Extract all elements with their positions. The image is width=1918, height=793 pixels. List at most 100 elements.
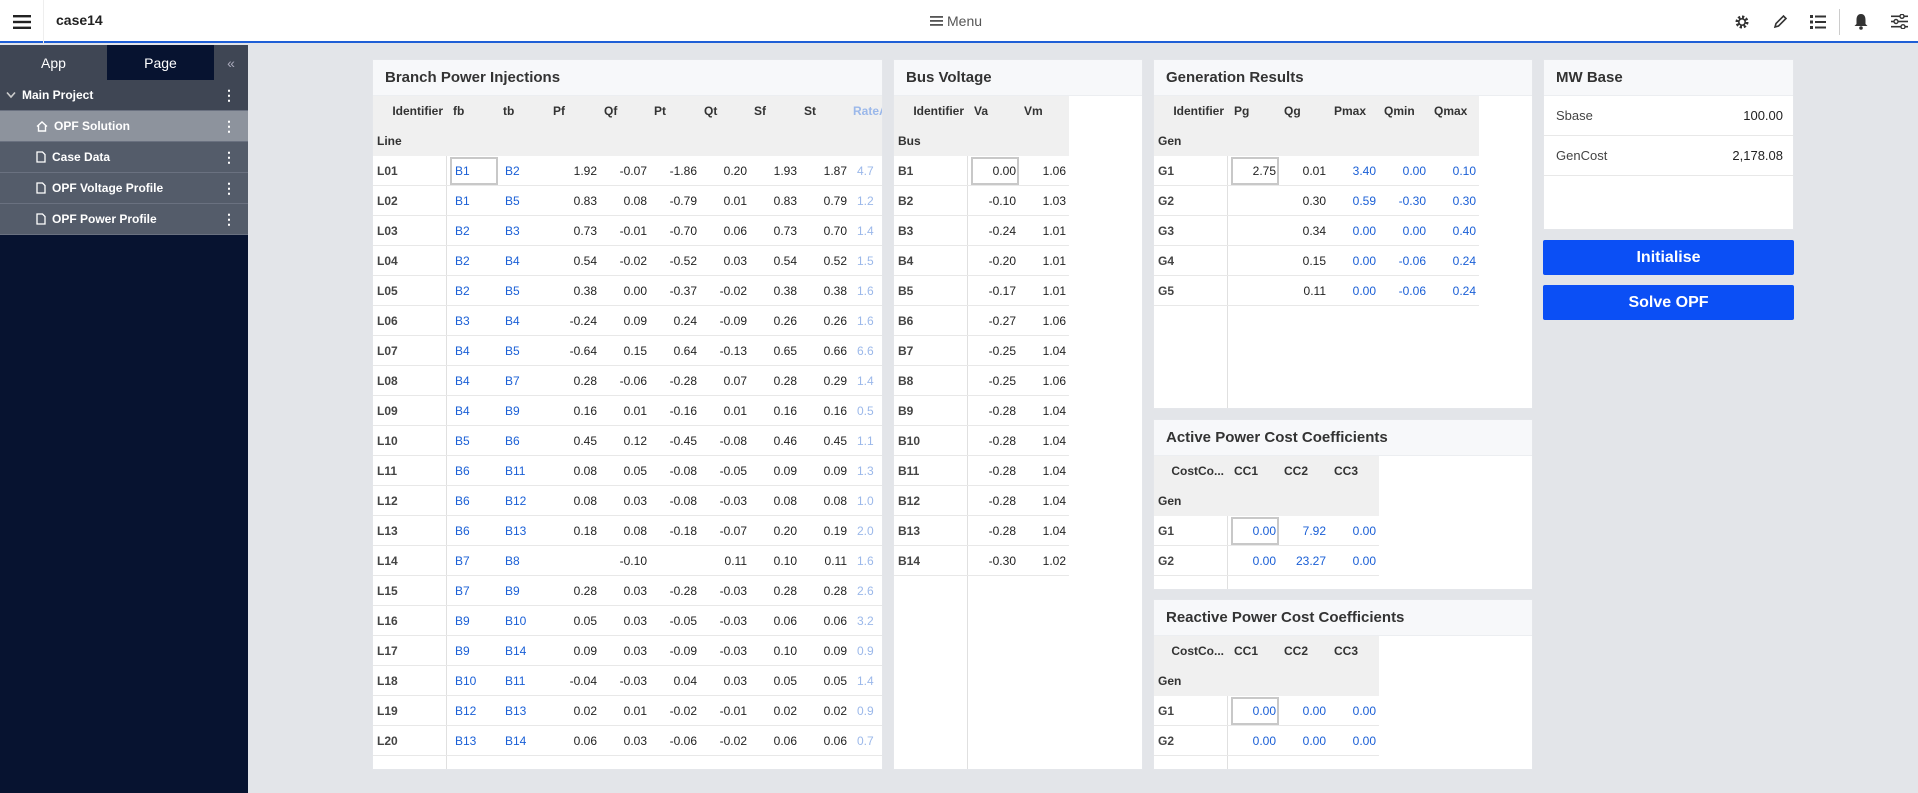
list-icon[interactable]: [1799, 0, 1837, 43]
table-cell[interactable]: 1.4: [851, 666, 882, 696]
table-cell[interactable]: B1: [449, 186, 499, 216]
table-cell[interactable]: 0.15: [601, 336, 651, 366]
kebab-menu-icon[interactable]: ⋮: [222, 212, 236, 226]
table-cell[interactable]: 1.01: [1020, 216, 1070, 246]
table-cell[interactable]: 1.02: [1020, 546, 1070, 576]
table-cell[interactable]: 0.64: [651, 336, 701, 366]
collapse-sidebar-icon[interactable]: «: [214, 45, 248, 80]
table-cell[interactable]: -0.08: [651, 486, 701, 516]
table-cell[interactable]: B2: [449, 276, 499, 306]
table-cell[interactable]: 1.2: [851, 186, 882, 216]
table-cell[interactable]: -0.03: [701, 636, 751, 666]
table-cell[interactable]: B2: [499, 156, 551, 186]
table-cell[interactable]: -0.28: [651, 366, 701, 396]
table-cell[interactable]: 0.54: [551, 246, 601, 276]
table-cell[interactable]: 0.15: [1280, 246, 1330, 276]
table-cell[interactable]: -0.10: [601, 546, 651, 576]
table-cell[interactable]: B2: [449, 246, 499, 276]
table-cell[interactable]: 0.46: [751, 426, 801, 456]
table-cell[interactable]: -0.08: [651, 456, 701, 486]
table-cell[interactable]: B6: [449, 486, 499, 516]
kebab-menu-icon[interactable]: ⋮: [222, 181, 236, 195]
identifier-header[interactable]: Identifier: [898, 104, 964, 118]
table-cell[interactable]: 1.6: [851, 276, 882, 306]
table-cell[interactable]: 0.03: [601, 606, 651, 636]
table-cell[interactable]: -0.01: [701, 696, 751, 726]
table-cell[interactable]: B9: [499, 396, 551, 426]
table-cell[interactable]: 0.02: [551, 696, 601, 726]
column-header-vm[interactable]: Vm: [1024, 104, 1043, 118]
column-header-ratea[interactable]: RateA: [853, 104, 882, 118]
hamburger-menu-icon[interactable]: [0, 0, 44, 43]
table-cell[interactable]: -0.06: [651, 726, 701, 756]
table-cell[interactable]: -0.10: [970, 186, 1020, 216]
table-cell[interactable]: -0.02: [651, 696, 701, 726]
table-cell[interactable]: -0.79: [651, 186, 701, 216]
table-cell[interactable]: 0.52: [801, 246, 851, 276]
column-header-cc3[interactable]: CC3: [1334, 644, 1358, 658]
table-cell[interactable]: -0.02: [701, 726, 751, 756]
table-cell[interactable]: 0.30: [1430, 186, 1480, 216]
table-cell[interactable]: 0.00: [1230, 546, 1280, 576]
table-cell[interactable]: 0.9: [851, 636, 882, 666]
table-cell[interactable]: 1.92: [551, 156, 601, 186]
table-cell[interactable]: 0.01: [1280, 156, 1330, 186]
table-cell[interactable]: -0.17: [970, 276, 1020, 306]
table-cell[interactable]: 0.20: [751, 516, 801, 546]
table-cell[interactable]: 0.00: [1330, 726, 1380, 756]
table-cell[interactable]: 0.24: [1430, 246, 1480, 276]
table-cell[interactable]: 0.08: [751, 486, 801, 516]
pencil-icon[interactable]: [1761, 0, 1799, 43]
table-cell[interactable]: -0.70: [651, 216, 701, 246]
table-cell[interactable]: B3: [499, 216, 551, 246]
table-cell[interactable]: 0.01: [701, 396, 751, 426]
column-header-qf[interactable]: Qf: [604, 104, 617, 118]
gear-icon[interactable]: [1723, 0, 1761, 43]
table-cell[interactable]: 0.18: [551, 516, 601, 546]
table-cell[interactable]: 0.00: [1230, 726, 1280, 756]
table-cell[interactable]: 4.7: [851, 156, 882, 186]
table-cell[interactable]: 0.26: [751, 306, 801, 336]
sidebar-item-main-project[interactable]: Main Project ⋮: [0, 80, 248, 111]
sidebar-item-opf-power-profile[interactable]: OPF Power Profile ⋮: [0, 204, 248, 235]
table-cell[interactable]: 0.73: [751, 216, 801, 246]
table-cell[interactable]: -0.30: [970, 546, 1020, 576]
table-cell[interactable]: -0.09: [701, 306, 751, 336]
table-cell[interactable]: 1.0: [851, 486, 882, 516]
table-cell[interactable]: -0.27: [970, 306, 1020, 336]
table-cell[interactable]: -0.28: [970, 486, 1020, 516]
table-cell[interactable]: -0.06: [1380, 276, 1430, 306]
table-cell[interactable]: 0.02: [751, 696, 801, 726]
table-cell[interactable]: B11: [499, 666, 551, 696]
table-cell[interactable]: 0.00: [1280, 696, 1330, 726]
table-cell[interactable]: -0.04: [551, 666, 601, 696]
table-cell[interactable]: 0.10: [751, 636, 801, 666]
table-cell[interactable]: 0.45: [801, 426, 851, 456]
table-cell[interactable]: 0.09: [801, 456, 851, 486]
table-cell[interactable]: -0.28: [970, 456, 1020, 486]
column-header-sf[interactable]: Sf: [754, 104, 766, 118]
column-header-fb[interactable]: fb: [453, 104, 464, 118]
table-cell[interactable]: 0.73: [551, 216, 601, 246]
table-cell[interactable]: 0.20: [701, 156, 751, 186]
table-cell[interactable]: -0.05: [701, 456, 751, 486]
table-cell[interactable]: 0.16: [801, 396, 851, 426]
identifier-header[interactable]: Identifier: [377, 104, 443, 118]
table-cell[interactable]: 0.16: [551, 396, 601, 426]
table-cell[interactable]: 0.08: [801, 486, 851, 516]
table-cell[interactable]: 1.5: [851, 246, 882, 276]
table-cell[interactable]: -0.30: [1380, 186, 1430, 216]
tab-page[interactable]: Page: [107, 45, 214, 80]
table-cell[interactable]: 0.00: [1380, 216, 1430, 246]
table-cell[interactable]: 0.12: [601, 426, 651, 456]
column-header-st[interactable]: St: [804, 104, 816, 118]
table-cell[interactable]: 0.09: [751, 456, 801, 486]
table-cell[interactable]: -0.09: [651, 636, 701, 666]
table-cell[interactable]: 0.38: [751, 276, 801, 306]
table-cell[interactable]: 1.06: [1020, 156, 1070, 186]
bell-icon[interactable]: [1842, 0, 1880, 43]
table-cell[interactable]: -0.03: [601, 666, 651, 696]
table-cell[interactable]: [551, 546, 601, 576]
table-cell[interactable]: 0.04: [651, 666, 701, 696]
table-cell[interactable]: B5: [499, 276, 551, 306]
